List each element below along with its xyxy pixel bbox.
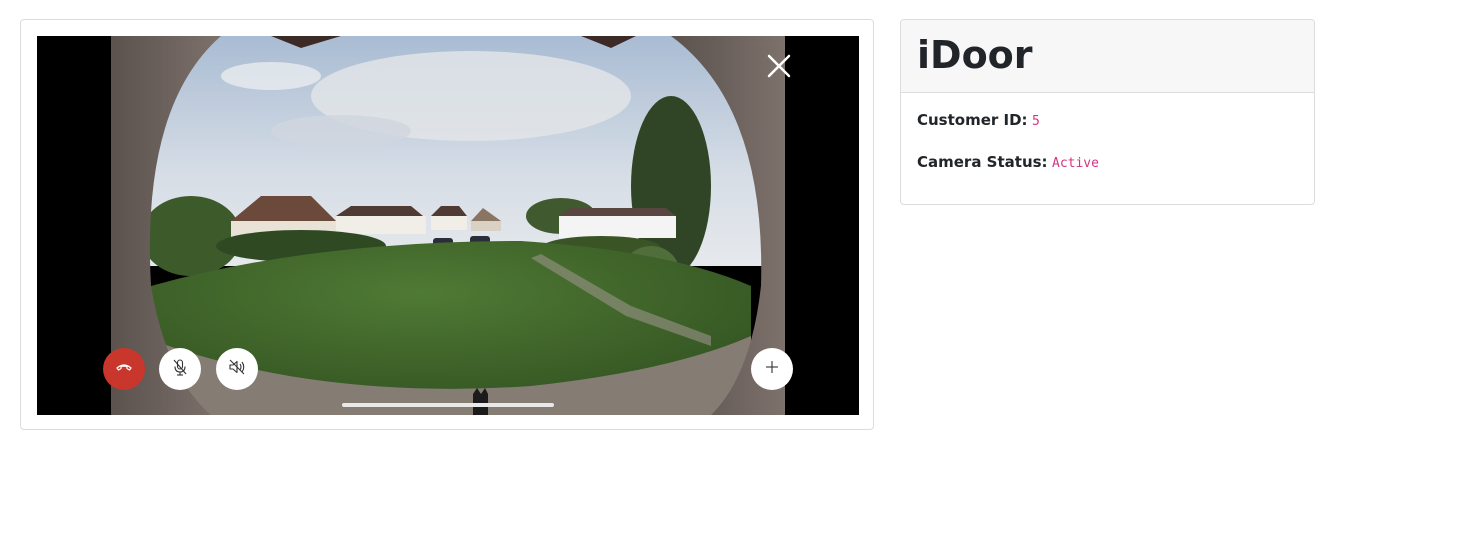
microphone-off-icon [170,357,190,382]
close-icon[interactable] [765,52,793,80]
customer-id-label: Customer ID: [917,111,1028,129]
mute-microphone-button[interactable] [159,348,201,390]
drag-handle[interactable] [342,403,554,407]
doorbell-video [37,36,859,415]
add-button[interactable] [751,348,793,390]
camera-status-value: Active [1052,156,1099,171]
card-header: iDoor [901,20,1314,93]
camera-feed [111,36,785,415]
page-title: iDoor [917,33,1033,77]
camera-status-label: Camera Status: [917,153,1048,171]
device-info-card: iDoor Customer ID: 5 Camera Status: Acti… [900,19,1315,205]
customer-id-row: Customer ID: 5 [917,111,1298,131]
mute-speaker-button[interactable] [216,348,258,390]
camera-status-row: Camera Status: Active [917,153,1298,173]
end-call-button[interactable] [103,348,145,390]
video-card [20,19,874,430]
plus-icon [764,359,780,380]
phone-hangup-icon [114,357,134,382]
card-body: Customer ID: 5 Camera Status: Active [901,93,1314,173]
customer-id-value: 5 [1032,114,1040,129]
speaker-off-icon [227,357,247,382]
